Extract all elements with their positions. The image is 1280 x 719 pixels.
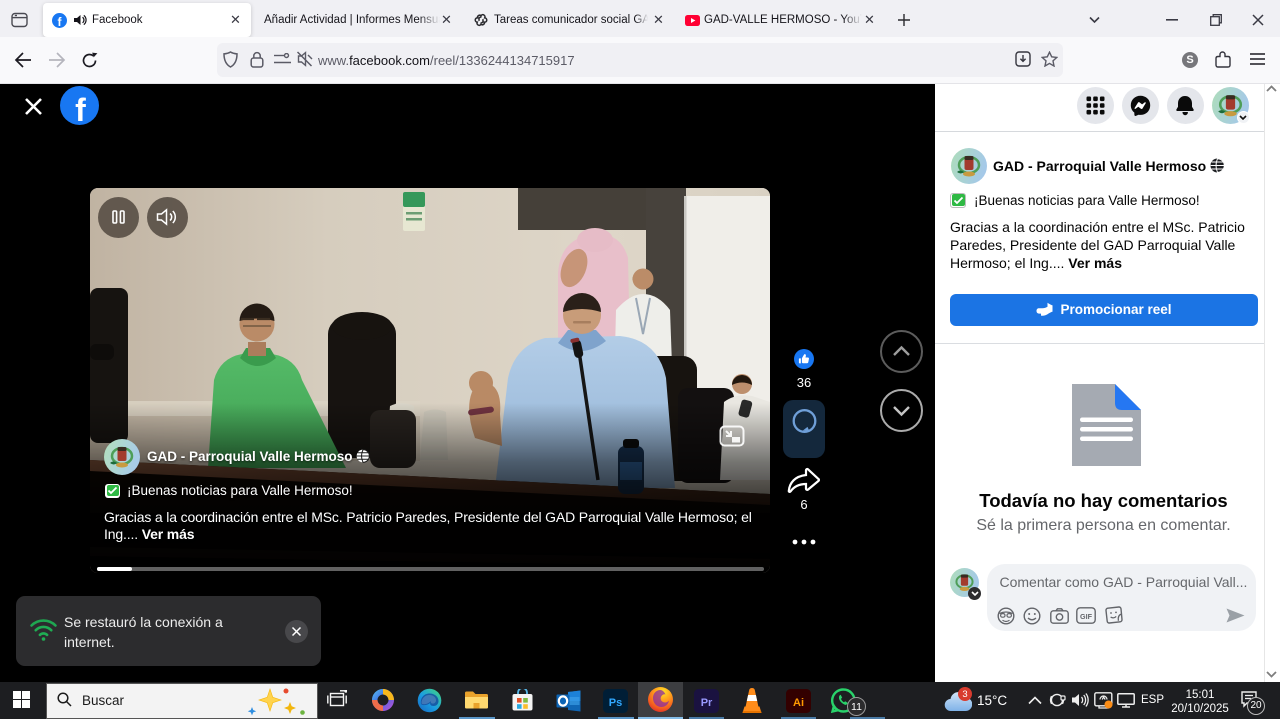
svg-text:Ps: Ps (609, 697, 622, 709)
svg-text:Pr: Pr (701, 697, 713, 709)
svg-text:Ai: Ai (793, 697, 804, 709)
svg-text:GIF: GIF (1080, 612, 1093, 621)
